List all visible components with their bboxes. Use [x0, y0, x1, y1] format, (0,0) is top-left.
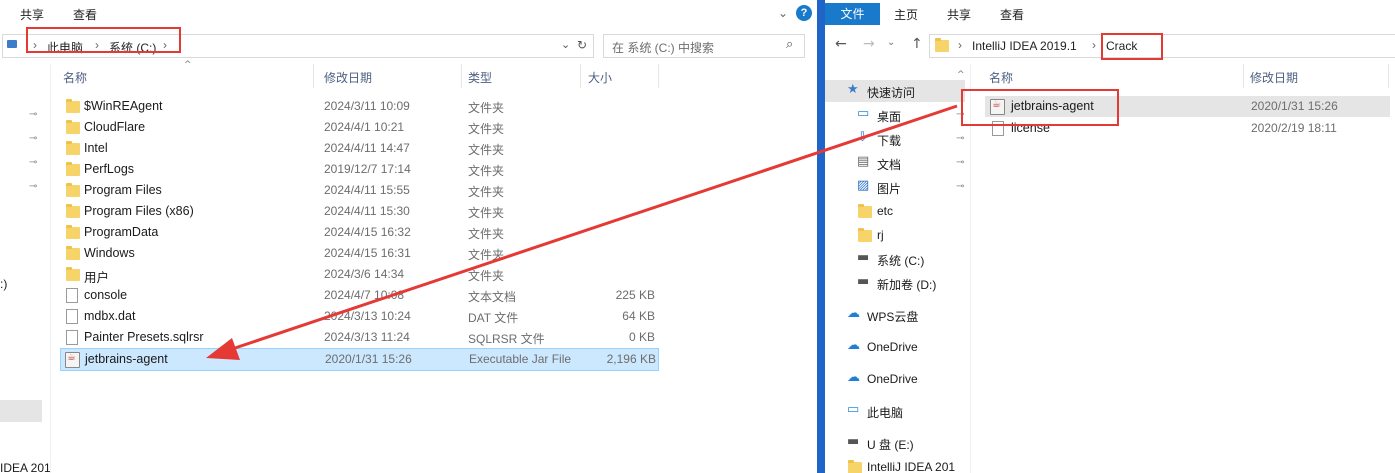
drag-arrow-annotation [206, 104, 958, 360]
arrow-shaft [225, 104, 958, 353]
arrow-head [206, 338, 240, 360]
